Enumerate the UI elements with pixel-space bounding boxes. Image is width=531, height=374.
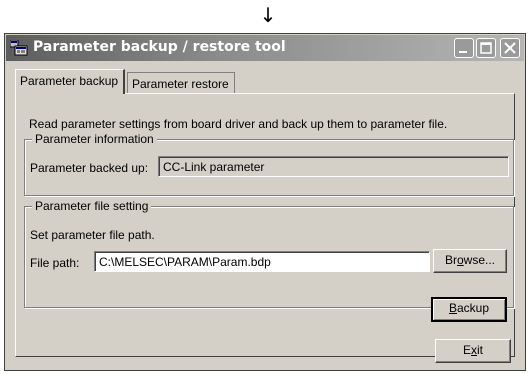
- browse-accelerator: o: [456, 253, 464, 267]
- description-text: Read parameter settings from board drive…: [29, 117, 448, 131]
- browse-button[interactable]: Browse...: [433, 249, 507, 273]
- window-title: Parameter backup / restore tool: [33, 39, 286, 55]
- backup-button[interactable]: Backup: [431, 297, 507, 322]
- backup-label-suffix: ackup: [456, 301, 490, 315]
- browse-label-prefix: Br: [444, 253, 457, 267]
- file-path-input[interactable]: C:\MELSEC\PARAM\Param.bdp: [94, 251, 430, 272]
- parameter-backed-up-value: CC-Link parameter: [158, 156, 509, 177]
- parameter-file-setting-legend: Parameter file setting: [32, 199, 152, 213]
- minimize-icon: [459, 51, 467, 53]
- parameter-file-setting-group: Parameter file setting Set parameter fil…: [24, 199, 514, 308]
- app-window: Parameter backup / restore tool Paramete…: [4, 33, 526, 371]
- exit-label-suffix: it: [477, 343, 483, 357]
- app-window-icon: [9, 39, 28, 56]
- set-path-instruction: Set parameter file path.: [30, 228, 155, 242]
- file-path-label: File path:: [30, 256, 80, 270]
- parameter-information-group: Parameter information Parameter backed u…: [24, 132, 514, 196]
- close-icon: [504, 42, 516, 54]
- tab-parameter-restore[interactable]: Parameter restore: [127, 72, 235, 93]
- browse-label-suffix: wse...: [463, 253, 496, 267]
- maximize-icon: [480, 42, 492, 54]
- title-bar[interactable]: Parameter backup / restore tool: [6, 35, 524, 61]
- close-button[interactable]: [500, 38, 520, 58]
- exit-label-prefix: E: [462, 343, 471, 357]
- tab-parameter-backup[interactable]: Parameter backup: [15, 69, 125, 94]
- parameter-information-legend: Parameter information: [32, 132, 157, 146]
- maximize-button[interactable]: [476, 38, 496, 58]
- exit-button[interactable]: Exit: [435, 339, 511, 363]
- down-arrow: ↓: [259, 3, 277, 27]
- minimize-button[interactable]: [454, 38, 474, 58]
- parameter-backed-up-label: Parameter backed up:: [30, 161, 149, 175]
- backup-accelerator: B: [448, 301, 457, 315]
